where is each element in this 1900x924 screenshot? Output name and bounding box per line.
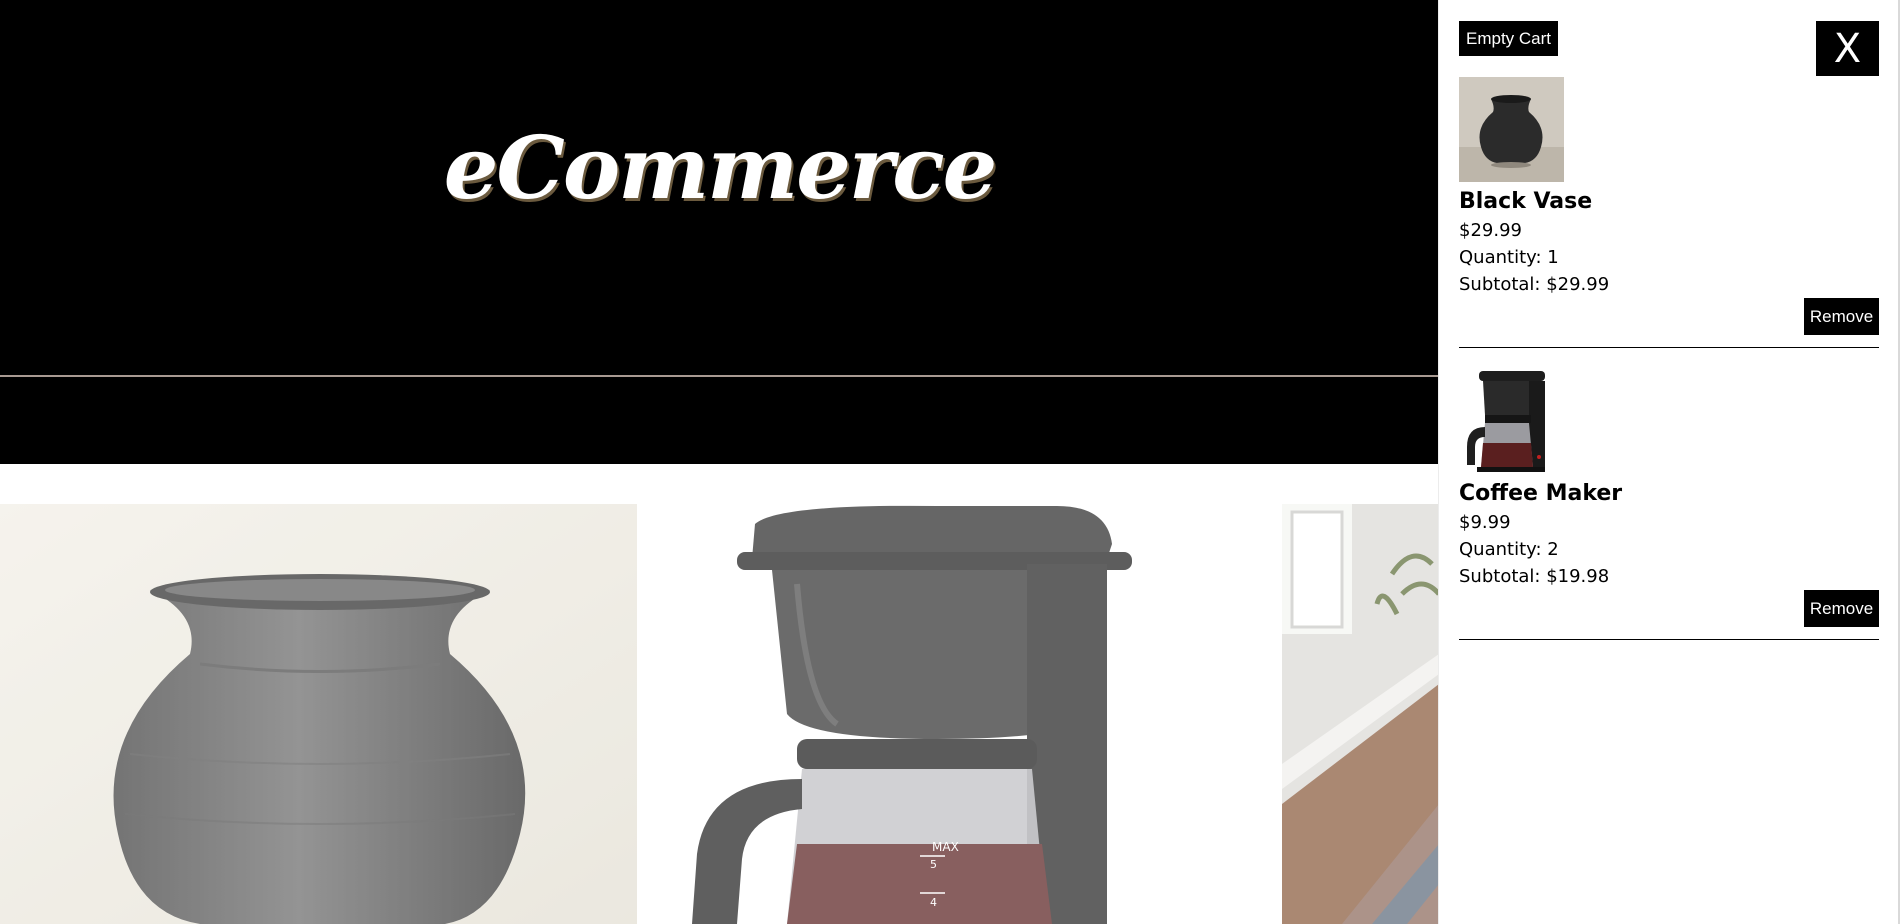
storefront-page: eCommerce MAX 5 4 — [0, 0, 1439, 924]
remove-item-button[interactable]: Remove — [1804, 298, 1879, 335]
hero-banner: eCommerce — [0, 0, 1439, 375]
nav-bar — [0, 377, 1439, 464]
cart-drawer: Empty Cart X Black Vase $29.99 Quantity:… — [1439, 0, 1900, 924]
product-card-room[interactable] — [1282, 504, 1439, 924]
black-vase-thumbnail — [1459, 77, 1564, 182]
cart-item-name: Black Vase — [1459, 189, 1593, 214]
cart-item-subtotal: Subtotal: $19.98 — [1459, 566, 1610, 587]
product-card-coffee-maker[interactable]: MAX 5 4 — [637, 504, 1282, 924]
svg-text:MAX: MAX — [932, 840, 959, 854]
empty-cart-button[interactable]: Empty Cart — [1459, 21, 1558, 56]
cart-item-quantity: Quantity: 2 — [1459, 539, 1559, 560]
svg-text:5: 5 — [930, 858, 937, 871]
cart-item: Black Vase $29.99 Quantity: 1 Subtotal: … — [1459, 77, 1879, 348]
cart-item-subtotal: Subtotal: $29.99 — [1459, 274, 1610, 295]
vase-image — [0, 504, 637, 924]
product-card-vase[interactable] — [0, 504, 637, 924]
svg-text:4: 4 — [930, 896, 937, 909]
cart-item-price: $29.99 — [1459, 220, 1522, 241]
close-cart-button[interactable]: X — [1816, 21, 1879, 76]
cart-item-name: Coffee Maker — [1459, 481, 1623, 506]
remove-item-button[interactable]: Remove — [1804, 590, 1879, 627]
cart-item-divider — [1459, 639, 1879, 640]
site-logo[interactable]: eCommerce — [0, 118, 1439, 219]
coffee-maker-image: MAX 5 4 — [637, 504, 1282, 924]
cart-item: Coffee Maker $9.99 Quantity: 2 Subtotal:… — [1459, 369, 1879, 640]
room-image — [1282, 504, 1439, 924]
coffee-maker-thumbnail — [1459, 369, 1564, 474]
cart-item-quantity: Quantity: 1 — [1459, 247, 1559, 268]
product-grid: MAX 5 4 — [0, 504, 1439, 924]
cart-item-price: $9.99 — [1459, 512, 1511, 533]
cart-item-divider — [1459, 347, 1879, 348]
